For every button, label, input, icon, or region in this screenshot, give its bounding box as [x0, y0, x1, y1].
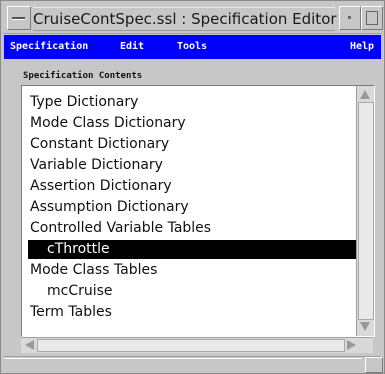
- maximize-icon: [366, 11, 378, 25]
- window-menu-button[interactable]: [7, 6, 31, 30]
- window-menu-icon: [12, 17, 25, 20]
- vertical-scroll-thumb[interactable]: [358, 102, 374, 320]
- list-item[interactable]: Type Dictionary: [22, 92, 355, 113]
- minimize-icon: [348, 16, 351, 19]
- resize-grip[interactable]: [365, 357, 383, 373]
- list-item[interactable]: Controlled Variable Tables: [22, 218, 355, 239]
- specification-editor-window: CruiseContSpec.ssl : Specification Edito…: [0, 0, 385, 374]
- list-item-selected[interactable]: cThrottle: [28, 240, 373, 259]
- status-area: [4, 358, 362, 371]
- vertical-scrollbar[interactable]: [356, 86, 374, 336]
- scroll-up-arrow-icon[interactable]: [360, 90, 370, 99]
- list-item[interactable]: Term Tables: [22, 302, 355, 323]
- menu-specification[interactable]: Specification: [10, 35, 88, 59]
- menu-tools[interactable]: Tools: [177, 35, 207, 59]
- window-title: CruiseContSpec.ssl : Specification Edito…: [33, 7, 337, 31]
- menu-help[interactable]: Help: [350, 35, 374, 59]
- specification-contents-list[interactable]: Type Dictionary Mode Class Dictionary Cons…: [21, 85, 375, 337]
- scroll-left-arrow-icon[interactable]: [25, 340, 34, 350]
- list-items-container: Type Dictionary Mode Class Dictionary Cons…: [22, 92, 373, 323]
- list-item[interactable]: Mode Class Tables: [22, 260, 355, 281]
- list-item[interactable]: Mode Class Dictionary: [22, 113, 355, 134]
- scroll-down-arrow-icon[interactable]: [360, 322, 370, 331]
- menu-edit[interactable]: Edit: [120, 35, 144, 59]
- menu-bar: Specification Edit Tools Help: [4, 35, 381, 59]
- minimize-button[interactable]: [339, 6, 361, 30]
- specification-contents-label: Specification Contents: [23, 71, 143, 81]
- bottom-divider: [4, 356, 381, 357]
- list-item[interactable]: Assumption Dictionary: [22, 197, 355, 218]
- list-item[interactable]: Constant Dictionary: [22, 134, 355, 155]
- horizontal-scrollbar[interactable]: [21, 337, 373, 353]
- maximize-button[interactable]: [361, 6, 383, 30]
- title-bar[interactable]: CruiseContSpec.ssl : Specification Edito…: [3, 3, 383, 34]
- scroll-right-arrow-icon[interactable]: [347, 340, 356, 350]
- list-item[interactable]: Assertion Dictionary: [22, 176, 355, 197]
- horizontal-scroll-thumb[interactable]: [37, 339, 345, 352]
- list-item[interactable]: mcCruise: [22, 281, 355, 302]
- list-item[interactable]: Variable Dictionary: [22, 155, 355, 176]
